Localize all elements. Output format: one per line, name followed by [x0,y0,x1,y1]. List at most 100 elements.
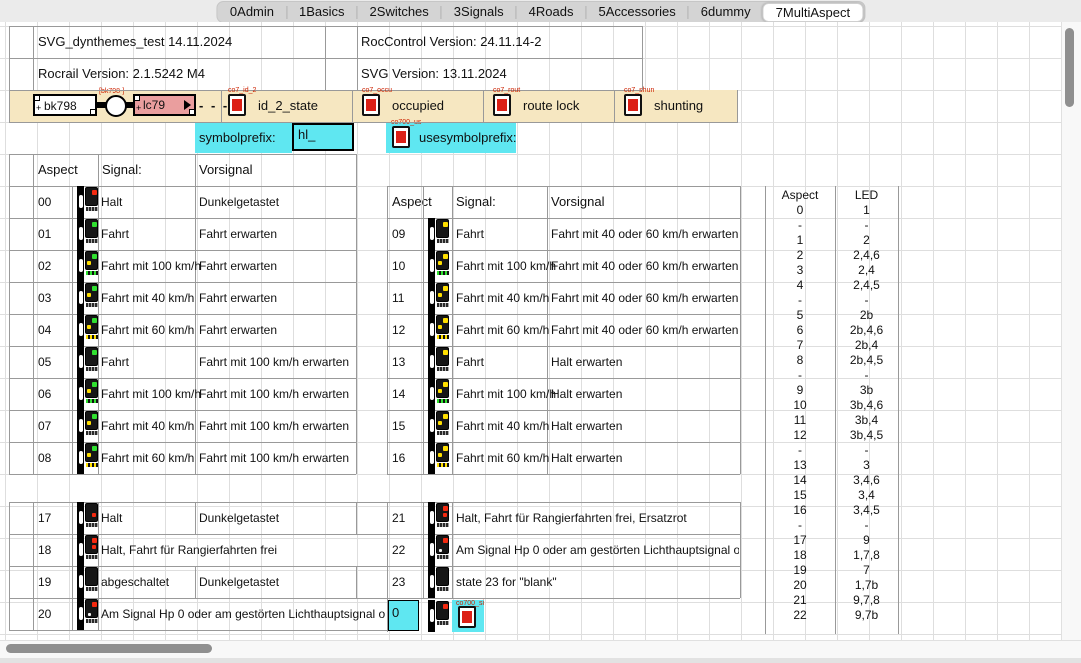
signal-icon[interactable] [77,566,99,598]
tab-3signals[interactable]: 3Signals [442,3,516,21]
signal-icon[interactable] [77,250,99,282]
signal-icon[interactable] [77,346,99,378]
signal-icon[interactable] [77,534,99,566]
signal-name-cell: Fahrt [456,218,545,250]
tab-6dummy[interactable]: 6dummy [689,3,763,21]
led-aspect-header: Aspect [765,188,835,203]
output-co700[interactable] [458,606,476,628]
horizontal-scrollbar-thumb[interactable] [6,644,212,653]
signal-icon[interactable] [77,378,99,410]
tab-0admin[interactable]: 0Admin [218,3,286,21]
signal-icon[interactable] [77,186,99,218]
signal-base [86,619,98,623]
signal-icon[interactable] [77,314,99,346]
output-red-square [462,611,472,623]
signal-icon[interactable] [428,534,450,566]
signal-icon[interactable] [77,410,99,442]
block-bk798[interactable]: bk798 + [33,94,97,116]
red-light [92,190,97,195]
led-value: - [835,218,898,233]
aspect-id-cell: 11 [392,282,404,314]
signal-icon[interactable] [428,442,450,474]
output-id-2-state[interactable] [228,94,246,116]
signal-head [436,411,449,430]
signal-icon[interactable] [77,282,99,314]
led-aspect-value: 0 [765,203,835,218]
rocrail-version: Rocrail Version: 2.1.5242 M4 [38,58,205,90]
signal-icon[interactable] [428,282,450,314]
symbolprefix-value-box: hl_ [292,123,354,151]
table-border [325,26,326,90]
led-aspect-value: - [765,293,835,308]
led-aspect-value: - [765,218,835,233]
vertical-scrollbar-track[interactable] [1061,22,1081,640]
green-light [92,286,97,291]
signal-icon[interactable] [428,600,450,632]
tab-7multiaspect[interactable]: 7MultiAspect [763,3,863,22]
signal-base [437,239,449,243]
signal-icon[interactable] [428,314,450,346]
output-red-square [628,99,638,111]
signal-name-cell: Fahrt mit 100 km/h [101,378,193,410]
led-value: 2b,4,6 [835,323,898,338]
output-usesymbolprefix[interactable] [392,126,410,148]
signal-icon[interactable] [77,442,99,474]
symbolprefix-label: symbolprefix: [199,122,276,154]
loco-lc79[interactable]: lc79 + [133,94,196,116]
connector-circle[interactable] [105,95,127,117]
table-border [387,186,388,474]
signal-mast-slot [430,355,434,368]
signal-name-cell: Fahrt mit 60 km/h [101,442,193,474]
signal-mast-slot [79,227,83,240]
green-light [92,318,97,323]
led-aspect-value: 4 [765,278,835,293]
signal-icon[interactable] [428,218,450,250]
led-aspect-value: - [765,368,835,383]
aspect-id-cell: 23 [392,566,405,598]
signal-name-cell: Fahrt mit 100 km/h [101,250,193,282]
output-occupied[interactable] [362,94,380,116]
aspect-id-cell: 09 [392,218,405,250]
signal-icon[interactable] [77,502,99,534]
table-border [195,502,196,534]
signal-icon[interactable] [428,410,450,442]
tab-2switches[interactable]: 2Switches [358,3,441,21]
track-plan-canvas[interactable]: SVG_dynthemes_test 14.11.2024 RocControl… [0,22,1061,640]
tab-1basics[interactable]: 1Basics [287,3,357,21]
signal-head [436,283,449,302]
signal-mast-slot [430,227,434,240]
output-route-lock[interactable] [493,94,511,116]
signal-icon[interactable] [428,250,450,282]
signal-head [436,567,449,586]
signal-base [437,555,449,559]
table-border [737,90,738,122]
vertical-scrollbar-thumb[interactable] [1065,28,1074,107]
aspect-id-cell: 05 [38,346,51,378]
led-aspect-value: 19 [765,563,835,578]
green-light [92,382,97,387]
yellow-light [438,325,442,329]
led-value: 3,4,6 [835,473,898,488]
signal-name-cell: Halt, Fahrt für Rangierfahrten frei, Ers… [456,502,739,534]
tab-5accessories[interactable]: 5Accessories [586,3,687,21]
tab-4roads[interactable]: 4Roads [517,3,586,21]
output-shunting[interactable] [624,94,642,116]
vorsignal-cell: Fahrt mit 100 km/h erwarten [199,346,354,378]
led-aspect-column: Aspect0-1234-5678-9101112-13141516-17181… [765,188,835,623]
project-title: SVG_dynthemes_test 14.11.2024 [38,26,232,58]
signal-mast-slot [79,575,83,588]
signal-icon[interactable] [428,502,450,534]
signal-icon[interactable] [77,598,99,630]
led-value: 9 [835,533,898,548]
tab-strip: 0Admin1Basics2Switches3Signals4Roads5Acc… [216,1,865,23]
signal-icon[interactable] [428,566,450,598]
signal-icon[interactable] [428,346,450,378]
route-handle [34,95,40,101]
aspect-id-cell: 19 [38,566,51,598]
signal-head [436,535,449,554]
signal-mast-slot [79,419,83,432]
signal-icon[interactable] [428,378,450,410]
signal-icon[interactable] [77,218,99,250]
signal-head [85,251,98,270]
signal-head [85,379,98,398]
